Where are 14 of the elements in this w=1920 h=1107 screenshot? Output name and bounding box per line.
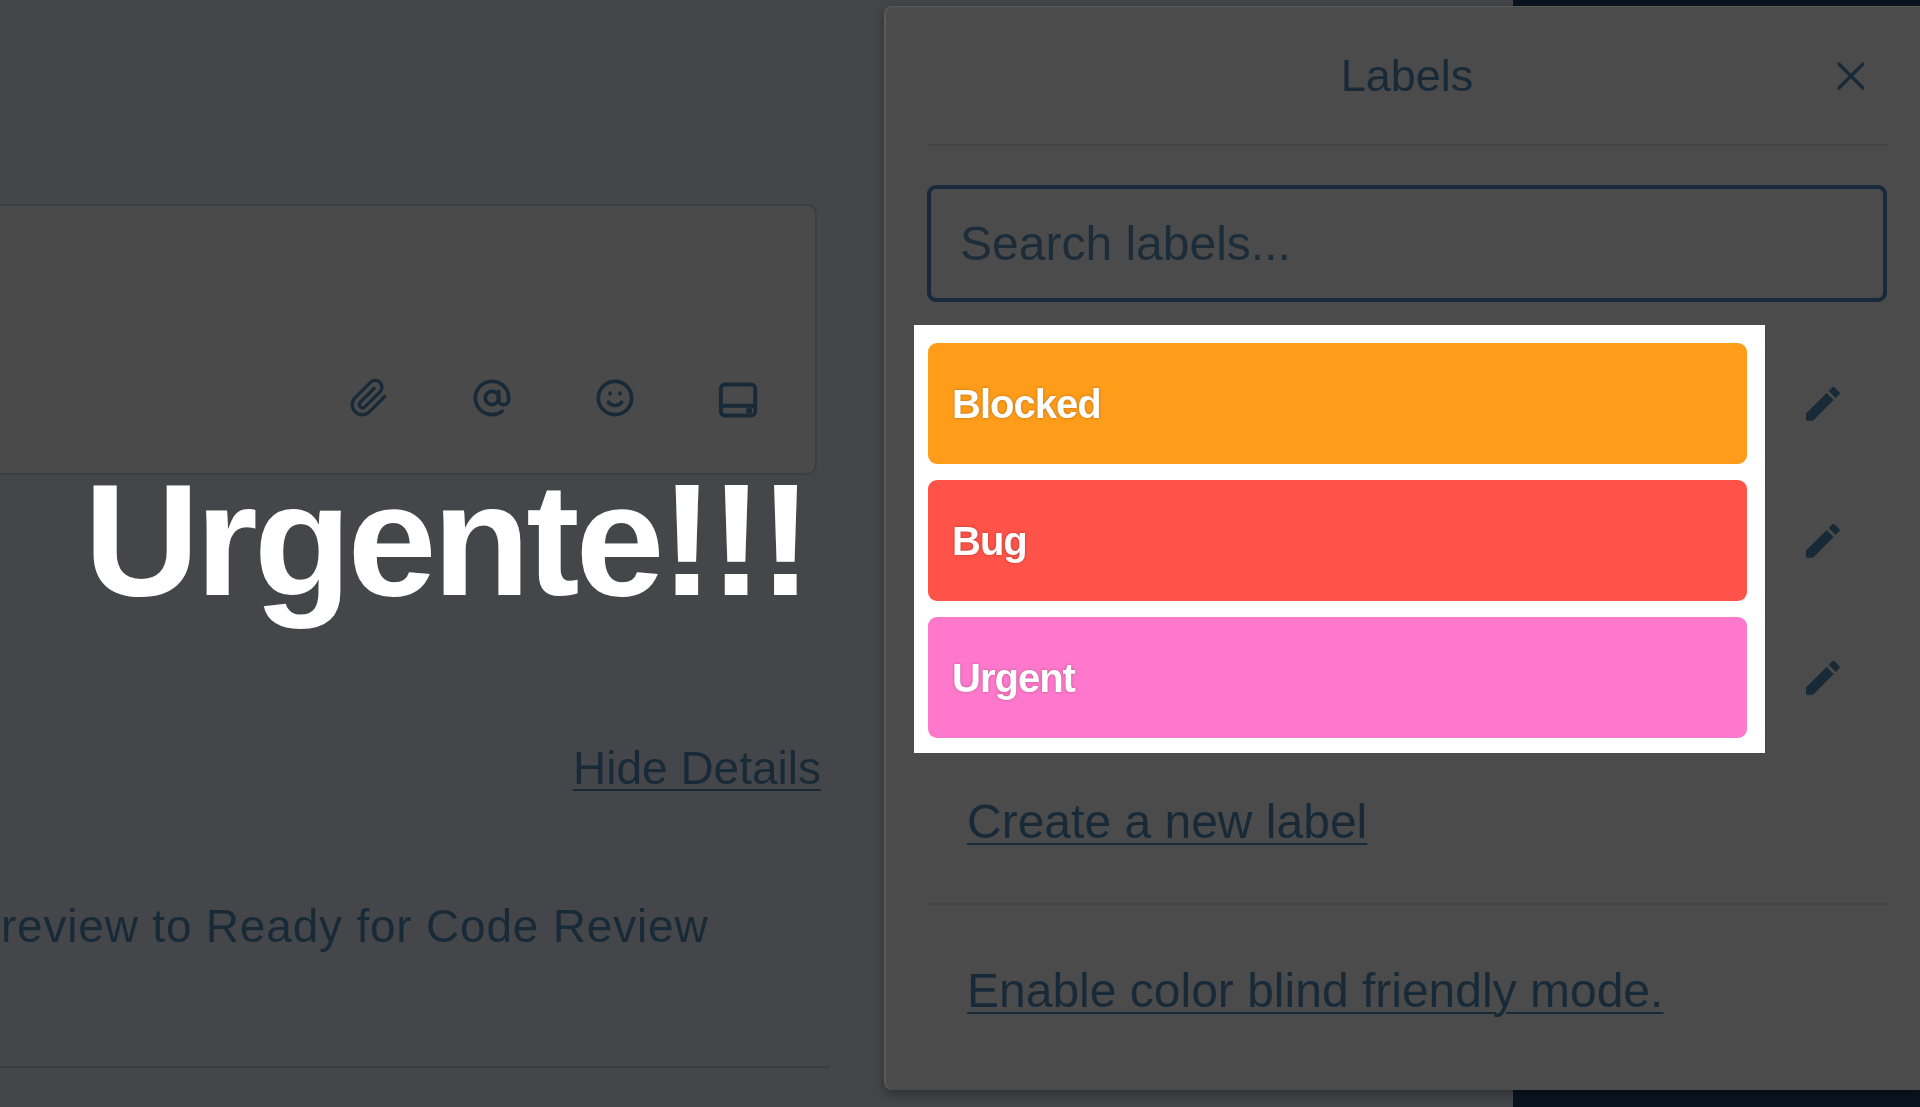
close-icon [1836,60,1866,91]
at-sign-icon[interactable] [472,378,512,418]
pencil-icon [1806,523,1840,558]
label-option[interactable]: Blocked [928,343,1747,464]
paperclip-icon[interactable] [349,378,389,418]
smiley-icon[interactable] [595,378,635,418]
card-icon[interactable] [718,382,758,418]
pencil-icon [1806,386,1840,421]
label-option[interactable]: Urgent [928,617,1747,738]
comment-field[interactable] [0,204,817,475]
close-button[interactable] [1836,60,1866,91]
pencil-icon [1806,660,1840,695]
label-option[interactable]: Bug [928,480,1747,601]
overlay-headline: Urgente!!! [84,449,810,631]
